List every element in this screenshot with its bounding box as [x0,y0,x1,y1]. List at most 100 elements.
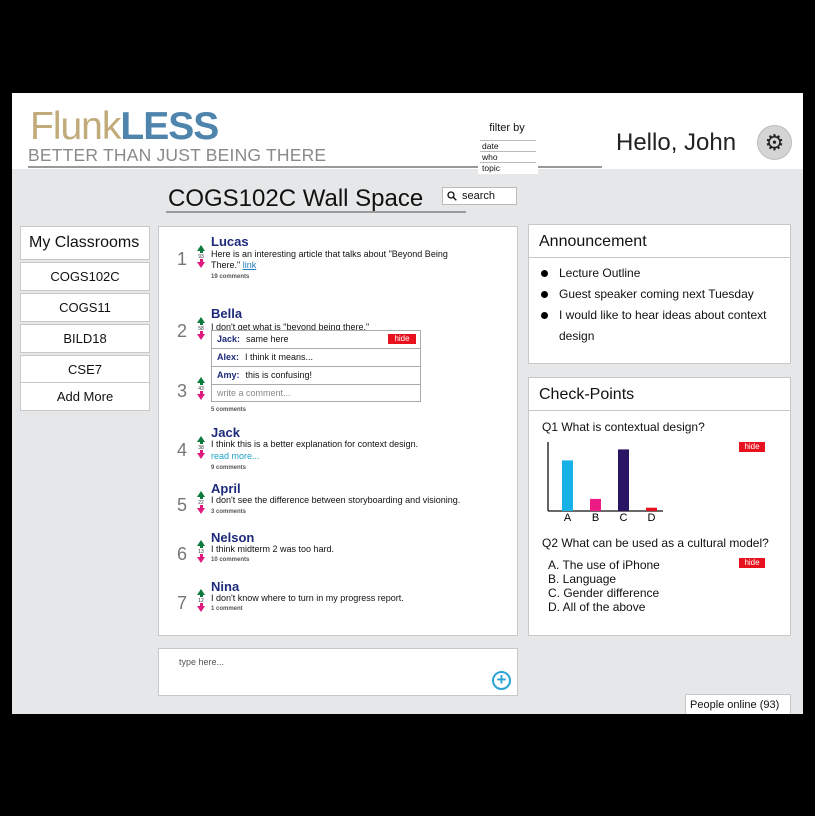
people-online-badge[interactable]: People online (93) [685,694,791,714]
post-rank: 4 [177,440,188,460]
question-1: Q1 What is contextual design? [542,420,705,434]
upvote-icon[interactable] [197,540,205,548]
wall-feed: 1 93 Lucas Here is an interesting articl… [158,226,518,636]
comment-author[interactable]: Jack: [217,334,240,344]
classrooms-title: My Classrooms [20,226,150,260]
comment-count[interactable]: 9 comments [211,465,246,471]
upvote-icon[interactable] [197,317,205,325]
post-author[interactable]: Bella [211,306,242,321]
header: FlunkLESS BETTER THAN JUST BEING THERE H… [12,93,803,169]
downvote-icon[interactable] [197,450,205,459]
vote-widget: 93 [195,245,207,268]
classroom-item-cogs102c[interactable]: COGS102C [20,262,150,291]
x-tick-label: C [620,512,628,522]
classroom-item-cogs11[interactable]: COGS11 [20,293,150,322]
announcement-panel: Announcement Lecture Outline Guest speak… [528,224,791,364]
filter-dropdown: filter by date who topic [478,120,538,174]
post-text: Here is an interesting article that talk… [211,249,461,271]
downvote-icon[interactable] [197,331,205,340]
comment-thread: Jack: same here hide Alex: I think it mean… [211,330,421,402]
upvote-icon[interactable] [197,245,205,253]
question-2: Q2 What can be used as a cultural model? [542,536,769,550]
bullet-icon [541,312,548,319]
x-tick-label: B [592,512,599,522]
filter-option-who[interactable]: who [480,151,536,162]
post-author[interactable]: Lucas [211,234,249,249]
upvote-icon[interactable] [197,377,205,385]
post-author[interactable]: April [211,481,241,496]
gear-icon[interactable]: ⚙ [757,125,792,160]
panel-divider [529,257,790,258]
logo-tagline: BETTER THAN JUST BEING THERE [28,145,327,165]
comment-count[interactable]: 5 comments [211,407,246,413]
comment-text: this is confusing! [245,370,313,380]
comment-input[interactable]: write a comment... [212,385,420,401]
filter-option-topic[interactable]: topic [480,162,536,173]
announcement-item[interactable]: Lecture Outline [541,263,781,284]
panel-divider [529,410,790,411]
answer-option-c[interactable]: C. Gender difference [548,586,659,600]
post-rank: 2 [177,321,188,341]
bullet-icon [541,270,548,277]
x-tick-label: D [648,512,656,522]
post-rank: 6 [177,544,188,564]
downvote-icon[interactable] [197,603,205,612]
search-label: search [462,190,496,202]
downvote-icon[interactable] [197,259,205,268]
answer-option-a[interactable]: A. The use of iPhone [548,558,660,572]
post-rank: 3 [177,381,188,401]
hide-button[interactable]: hide [739,558,765,568]
answer-option-b[interactable]: B. Language [548,572,616,586]
announcement-item[interactable]: I would like to hear ideas about context… [541,305,781,347]
checkpoints-panel: Check-Points Q1 What is contextual desig… [528,377,791,636]
announcement-text: Lecture Outline [559,266,641,280]
add-more-button[interactable]: Add More [20,382,150,411]
comment-row: Jack: same here hide [212,331,420,349]
read-more-link[interactable]: read more... [211,451,461,462]
comment-count[interactable]: 19 comments [211,274,249,280]
comment-count[interactable]: 3 comments [211,509,246,515]
filter-title: filter by [489,122,525,134]
add-circle-icon[interactable]: + [492,671,511,690]
post-author[interactable]: Nelson [211,530,254,545]
logo-flunk-text: Flunk [30,105,121,148]
answer-option-d[interactable]: D. All of the above [548,600,645,614]
post-text: I don't see the difference between story… [211,495,461,505]
logo[interactable]: FlunkLESS [30,105,219,148]
vote-widget: 22 [195,491,207,514]
comment-count[interactable]: 10 comments [211,557,249,563]
post-link[interactable]: link [243,260,257,270]
bar-a [562,460,573,511]
post-author[interactable]: Nina [211,579,239,594]
vote-widget: 43 [195,377,207,400]
bullet-icon [541,291,548,298]
hide-button[interactable]: hide [739,442,765,452]
comment-row: Amy: this is confusing! [212,367,420,385]
upvote-icon[interactable] [197,589,205,597]
upvote-icon[interactable] [197,436,205,444]
announcement-text: I would like to hear ideas about context… [559,308,767,343]
post-author[interactable]: Jack [211,425,240,440]
comment-count[interactable]: 1 comment [211,606,243,612]
poll-bar-chart: A B C D [547,442,663,522]
classroom-item-cse7[interactable]: CSE7 [20,355,150,384]
announcement-title: Announcement [539,233,647,250]
hide-button[interactable]: hide [388,334,416,344]
post-composer[interactable]: type here... + [158,648,518,696]
logo-less-text: LESS [120,105,219,148]
post-rank: 5 [177,495,188,515]
downvote-icon[interactable] [197,391,205,400]
announcement-item[interactable]: Guest speaker coming next Tuesday [541,284,781,305]
comment-author[interactable]: Alex: [217,352,239,362]
classroom-item-bild18[interactable]: BILD18 [20,324,150,353]
vote-widget: 58 [195,317,207,340]
upvote-icon[interactable] [197,491,205,499]
post-text: I think this is a better explanation for… [211,439,419,449]
vote-widget: 12 [195,589,207,612]
downvote-icon[interactable] [197,554,205,563]
search-input[interactable]: search [442,187,517,205]
comment-author[interactable]: Amy: [217,370,240,380]
downvote-icon[interactable] [197,505,205,514]
greeting: Hello, John [616,129,737,156]
filter-option-date[interactable]: date [480,140,536,151]
